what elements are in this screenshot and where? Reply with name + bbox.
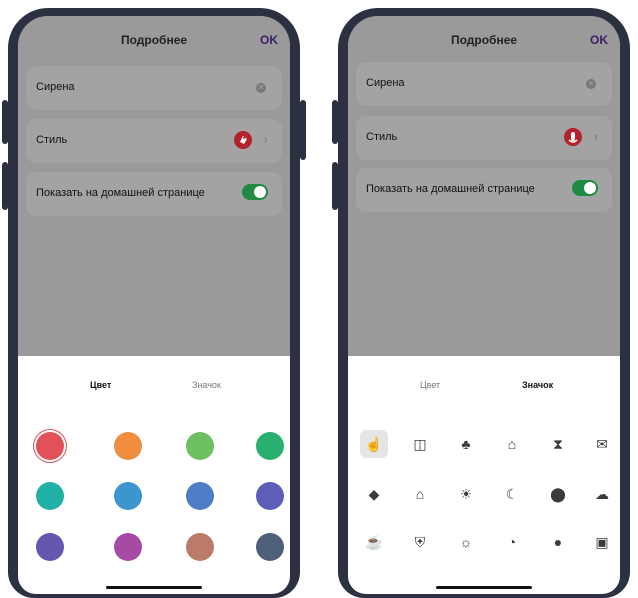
show-home-toggle[interactable] [242, 184, 268, 200]
page-title: Подробнее [450, 33, 518, 47]
name-field[interactable]: Сирена ✕ [26, 66, 282, 110]
style-badge-icon [564, 128, 582, 146]
style-picker-sheet: Цвет Значок ☝ ◫ ♣ ⌂ ⧗ ✉ ◆ ⌂ ☀ ☾ ⬤ ☁ ☕ ⛨ … [348, 356, 620, 594]
home-indicator [106, 586, 202, 589]
ok-button[interactable]: OK [590, 33, 608, 47]
screen-left: Подробнее OK Сирена ✕ Стиль › Показать н… [18, 16, 290, 594]
color-swatch[interactable] [36, 482, 64, 510]
tab-color[interactable]: Цвет [90, 380, 111, 390]
clear-icon[interactable]: ✕ [586, 79, 596, 89]
style-label: Стиль [366, 131, 398, 143]
color-swatch[interactable] [256, 533, 284, 561]
screen-right: Подробнее OK Сирена ✕ Стиль › Показать н… [348, 16, 620, 594]
tab-color[interactable]: Цвет [420, 380, 440, 390]
show-home-row: Показать на домашней странице [26, 172, 282, 216]
style-label: Стиль [36, 134, 68, 146]
details-panel: Подробнее OK Сирена ✕ Стиль › Показать н… [348, 16, 620, 356]
style-picker-sheet: Цвет Значок [18, 356, 290, 594]
tag-icon[interactable]: ◆ [360, 480, 388, 508]
mail-icon[interactable]: ✉ [588, 430, 616, 458]
style-row[interactable]: Стиль › [356, 116, 612, 160]
name-value: Сирена [36, 81, 75, 93]
toggle-knob [254, 186, 266, 198]
toggle-knob [584, 182, 596, 194]
sun-low-icon[interactable]: ☀ [452, 480, 480, 508]
style-row[interactable]: Стиль › [26, 119, 282, 163]
color-swatch[interactable] [186, 533, 214, 561]
ok-button[interactable]: OK [260, 33, 278, 47]
briefcase-icon[interactable]: ▣ [588, 528, 616, 556]
page-title: Подробнее [120, 33, 188, 47]
shield-icon[interactable]: ⛨ [406, 528, 434, 556]
color-swatch[interactable] [186, 432, 214, 460]
color-swatch[interactable] [256, 432, 284, 460]
show-home-label: Показать на домашней странице [366, 183, 535, 195]
drop-icon[interactable]: ● [544, 528, 572, 556]
rain-cloud-icon[interactable]: ☁ [588, 480, 616, 508]
sun-icon[interactable]: ☼ [452, 528, 480, 556]
style-badge-icon [234, 131, 252, 149]
moon-icon[interactable]: ☾ [498, 480, 526, 508]
color-swatch[interactable] [256, 482, 284, 510]
person-home-icon[interactable]: ⌂ [498, 430, 526, 458]
color-swatch[interactable] [114, 482, 142, 510]
show-home-row: Показать на домашней странице [356, 168, 612, 212]
hourglass-icon[interactable]: ⧗ [544, 430, 572, 458]
home-indicator [436, 586, 532, 589]
side-button [2, 162, 8, 210]
color-swatch[interactable] [186, 482, 214, 510]
phone-frame-left: Подробнее OK Сирена ✕ Стиль › Показать н… [2, 8, 306, 598]
touch-icon[interactable]: ☝ [360, 430, 388, 458]
chevron-right-icon: › [263, 132, 268, 147]
header-bar: Подробнее OK [348, 30, 620, 52]
name-field[interactable]: Сирена ✕ [356, 62, 612, 106]
location-icon[interactable]: ⬤ [544, 480, 572, 508]
name-value: Сирена [366, 77, 405, 89]
show-home-label: Показать на домашней странице [36, 187, 205, 199]
tab-icon[interactable]: Значок [522, 380, 553, 390]
color-swatch[interactable] [114, 533, 142, 561]
cup-icon[interactable]: ☕ [360, 528, 388, 556]
color-swatch-selected[interactable] [36, 432, 64, 460]
header-bar: Подробнее OK [18, 30, 290, 52]
phone-frame-right: Подробнее OK Сирена ✕ Стиль › Показать н… [332, 8, 630, 598]
side-button [300, 100, 306, 160]
tab-icon[interactable]: Значок [192, 380, 221, 390]
color-swatch[interactable] [36, 533, 64, 561]
color-swatch[interactable] [114, 432, 142, 460]
side-button [2, 100, 8, 144]
person-home-icon[interactable]: ⌂ [406, 480, 434, 508]
palm-tree-icon[interactable]: ♣ [452, 430, 480, 458]
timer-icon[interactable]: ◔ [498, 528, 526, 556]
clear-icon[interactable]: ✕ [256, 83, 266, 93]
show-home-toggle[interactable] [572, 180, 598, 196]
side-button [332, 100, 338, 144]
details-panel: Подробнее OK Сирена ✕ Стиль › Показать н… [18, 16, 290, 356]
side-button [332, 162, 338, 210]
curtains-icon[interactable]: ◫ [406, 430, 434, 458]
chevron-right-icon: › [593, 129, 598, 144]
